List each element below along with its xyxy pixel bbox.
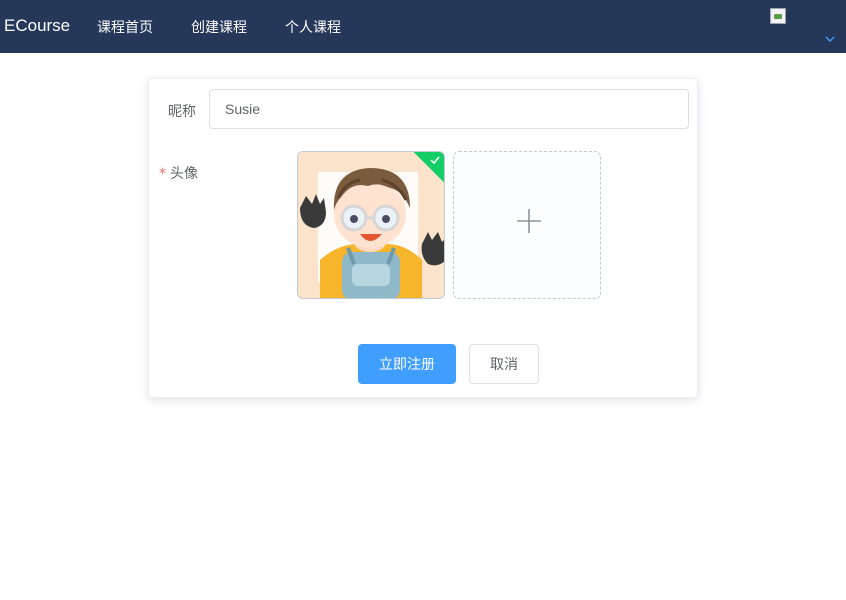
nav-item-create-course[interactable]: 创建课程 xyxy=(191,17,247,37)
avatar-illustration xyxy=(298,152,444,298)
register-form-card: 昵称 *头像 xyxy=(148,78,698,398)
uploaded-avatar-thumbnail[interactable] xyxy=(297,151,445,299)
check-icon xyxy=(430,156,440,165)
plus-icon xyxy=(517,209,541,233)
brand-logo[interactable]: ECourse xyxy=(4,16,70,36)
user-avatar[interactable] xyxy=(770,8,786,24)
nav-item-course-home[interactable]: 课程首页 xyxy=(97,17,153,37)
broken-image-icon xyxy=(770,8,786,24)
nickname-input[interactable] xyxy=(209,89,689,129)
nav-item-my-courses[interactable]: 个人课程 xyxy=(285,17,341,37)
avatar-upload-button[interactable] xyxy=(453,151,601,299)
chevron-down-icon[interactable] xyxy=(824,34,836,44)
top-nav-bar: ECourse 课程首页 创建课程 个人课程 xyxy=(0,0,846,53)
cancel-button[interactable]: 取消 xyxy=(469,344,539,384)
nickname-label: 昵称 xyxy=(168,104,196,120)
avatar-label-text: 头像 xyxy=(170,166,198,182)
required-mark: * xyxy=(159,166,166,182)
register-now-button[interactable]: 立即注册 xyxy=(358,344,456,384)
avatar-label: * 头像 xyxy=(159,163,198,183)
